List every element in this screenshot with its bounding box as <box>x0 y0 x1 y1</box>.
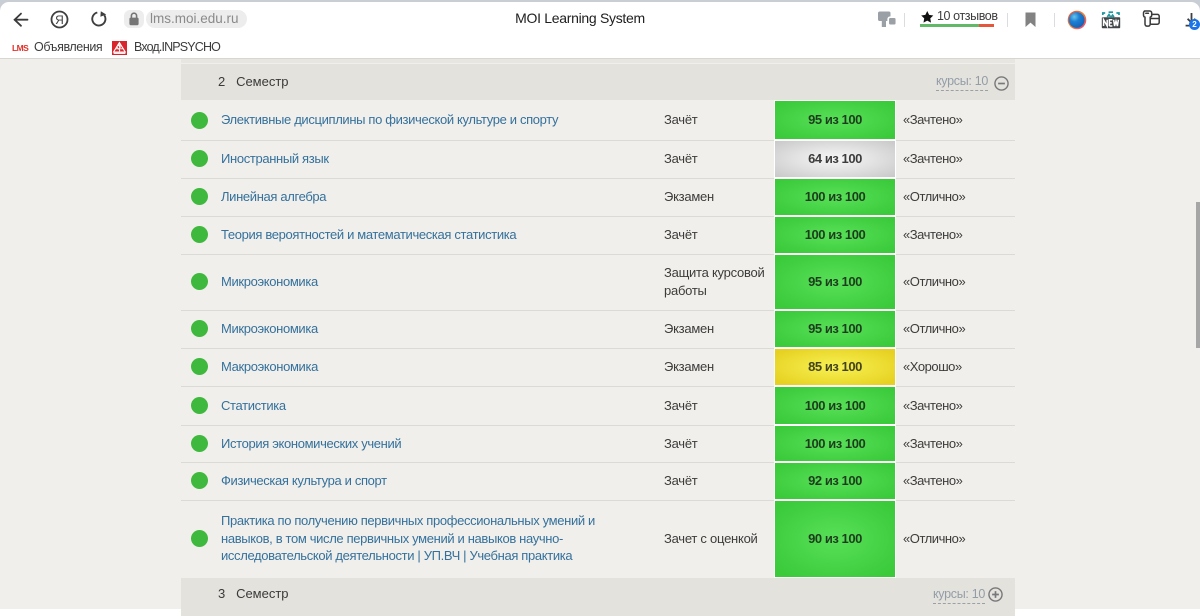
svg-text:Я: Я <box>55 13 64 27</box>
